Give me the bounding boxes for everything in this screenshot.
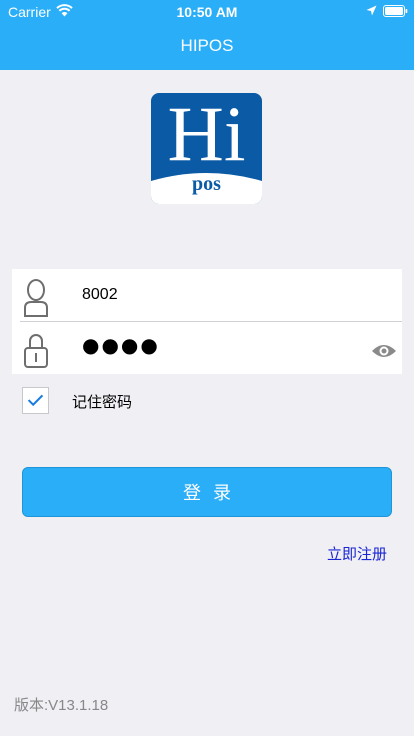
remember-password-checkbox[interactable] <box>22 387 49 414</box>
remember-password-label[interactable]: 记住密码 <box>72 391 132 412</box>
status-time: 10:50 AM <box>176 4 238 20</box>
battery-icon <box>383 5 408 17</box>
register-link[interactable]: 立即注册 <box>327 543 387 564</box>
form-divider <box>20 321 402 322</box>
location-icon <box>366 5 377 16</box>
login-button[interactable]: 登录 <box>22 467 392 517</box>
logo-text-sub: pos <box>192 173 221 195</box>
password-input[interactable] <box>82 329 362 361</box>
username-input[interactable] <box>82 279 362 311</box>
checkmark-icon <box>27 394 44 407</box>
version-label: 版本:V13.1.18 <box>14 697 109 714</box>
lock-icon <box>24 334 48 368</box>
login-form <box>12 269 402 374</box>
eye-icon[interactable] <box>371 343 397 359</box>
user-icon <box>24 279 48 317</box>
app-logo: Hi pos <box>151 93 262 204</box>
status-bar: Carrier 10:50 AM <box>0 0 414 22</box>
app-header: Carrier 10:50 AM HIPOS <box>0 0 414 70</box>
logo-text-main: Hi <box>167 93 246 177</box>
page-title: HIPOS <box>180 36 234 55</box>
